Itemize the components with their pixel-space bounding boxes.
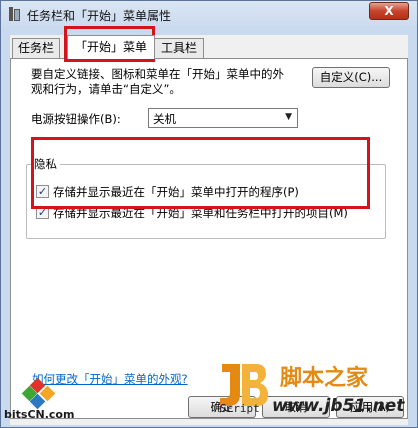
customize-description: 要自定义链接、图标和菜单在「开始」菜单中的外观和行为，请单击“自定义”。 — [31, 67, 284, 96]
jb51-script-text: Script — [220, 402, 260, 415]
tab-taskbar[interactable]: 任务栏 — [12, 38, 60, 58]
title-bar: 任务栏和「开始」菜单属性 X — [1, 1, 417, 29]
tab-toolbars[interactable]: 工具栏 — [154, 38, 204, 58]
tab-strip: 任务栏 「开始」菜单 工具栏 — [10, 35, 408, 59]
chevron-down-icon: ▼ — [285, 112, 292, 122]
jb51-title-text: 脚本之家 — [280, 366, 369, 391]
power-button-label: 电源按钮操作(B): — [31, 112, 121, 126]
jb51-watermark: Script 脚本之家 www.jb51.net — [214, 356, 418, 428]
jb51-url-text: www.jb51.net — [272, 396, 405, 416]
bitscn-watermark: bitsCN.com — [2, 374, 86, 428]
power-button-value: 关机 — [153, 112, 176, 126]
power-button-select[interactable]: 关机 ▼ — [148, 108, 298, 128]
window-title: 任务栏和「开始」菜单属性 — [27, 9, 172, 23]
bitscn-watermark-text: bitsCN.com — [4, 408, 75, 421]
tab-start-menu[interactable]: 「开始」菜单 — [67, 35, 155, 59]
customize-button[interactable]: 自定义(C)... — [312, 67, 390, 88]
taskbar-properties-icon — [7, 6, 21, 22]
close-button[interactable]: X — [369, 2, 409, 20]
highlight-privacy-group — [31, 137, 370, 209]
